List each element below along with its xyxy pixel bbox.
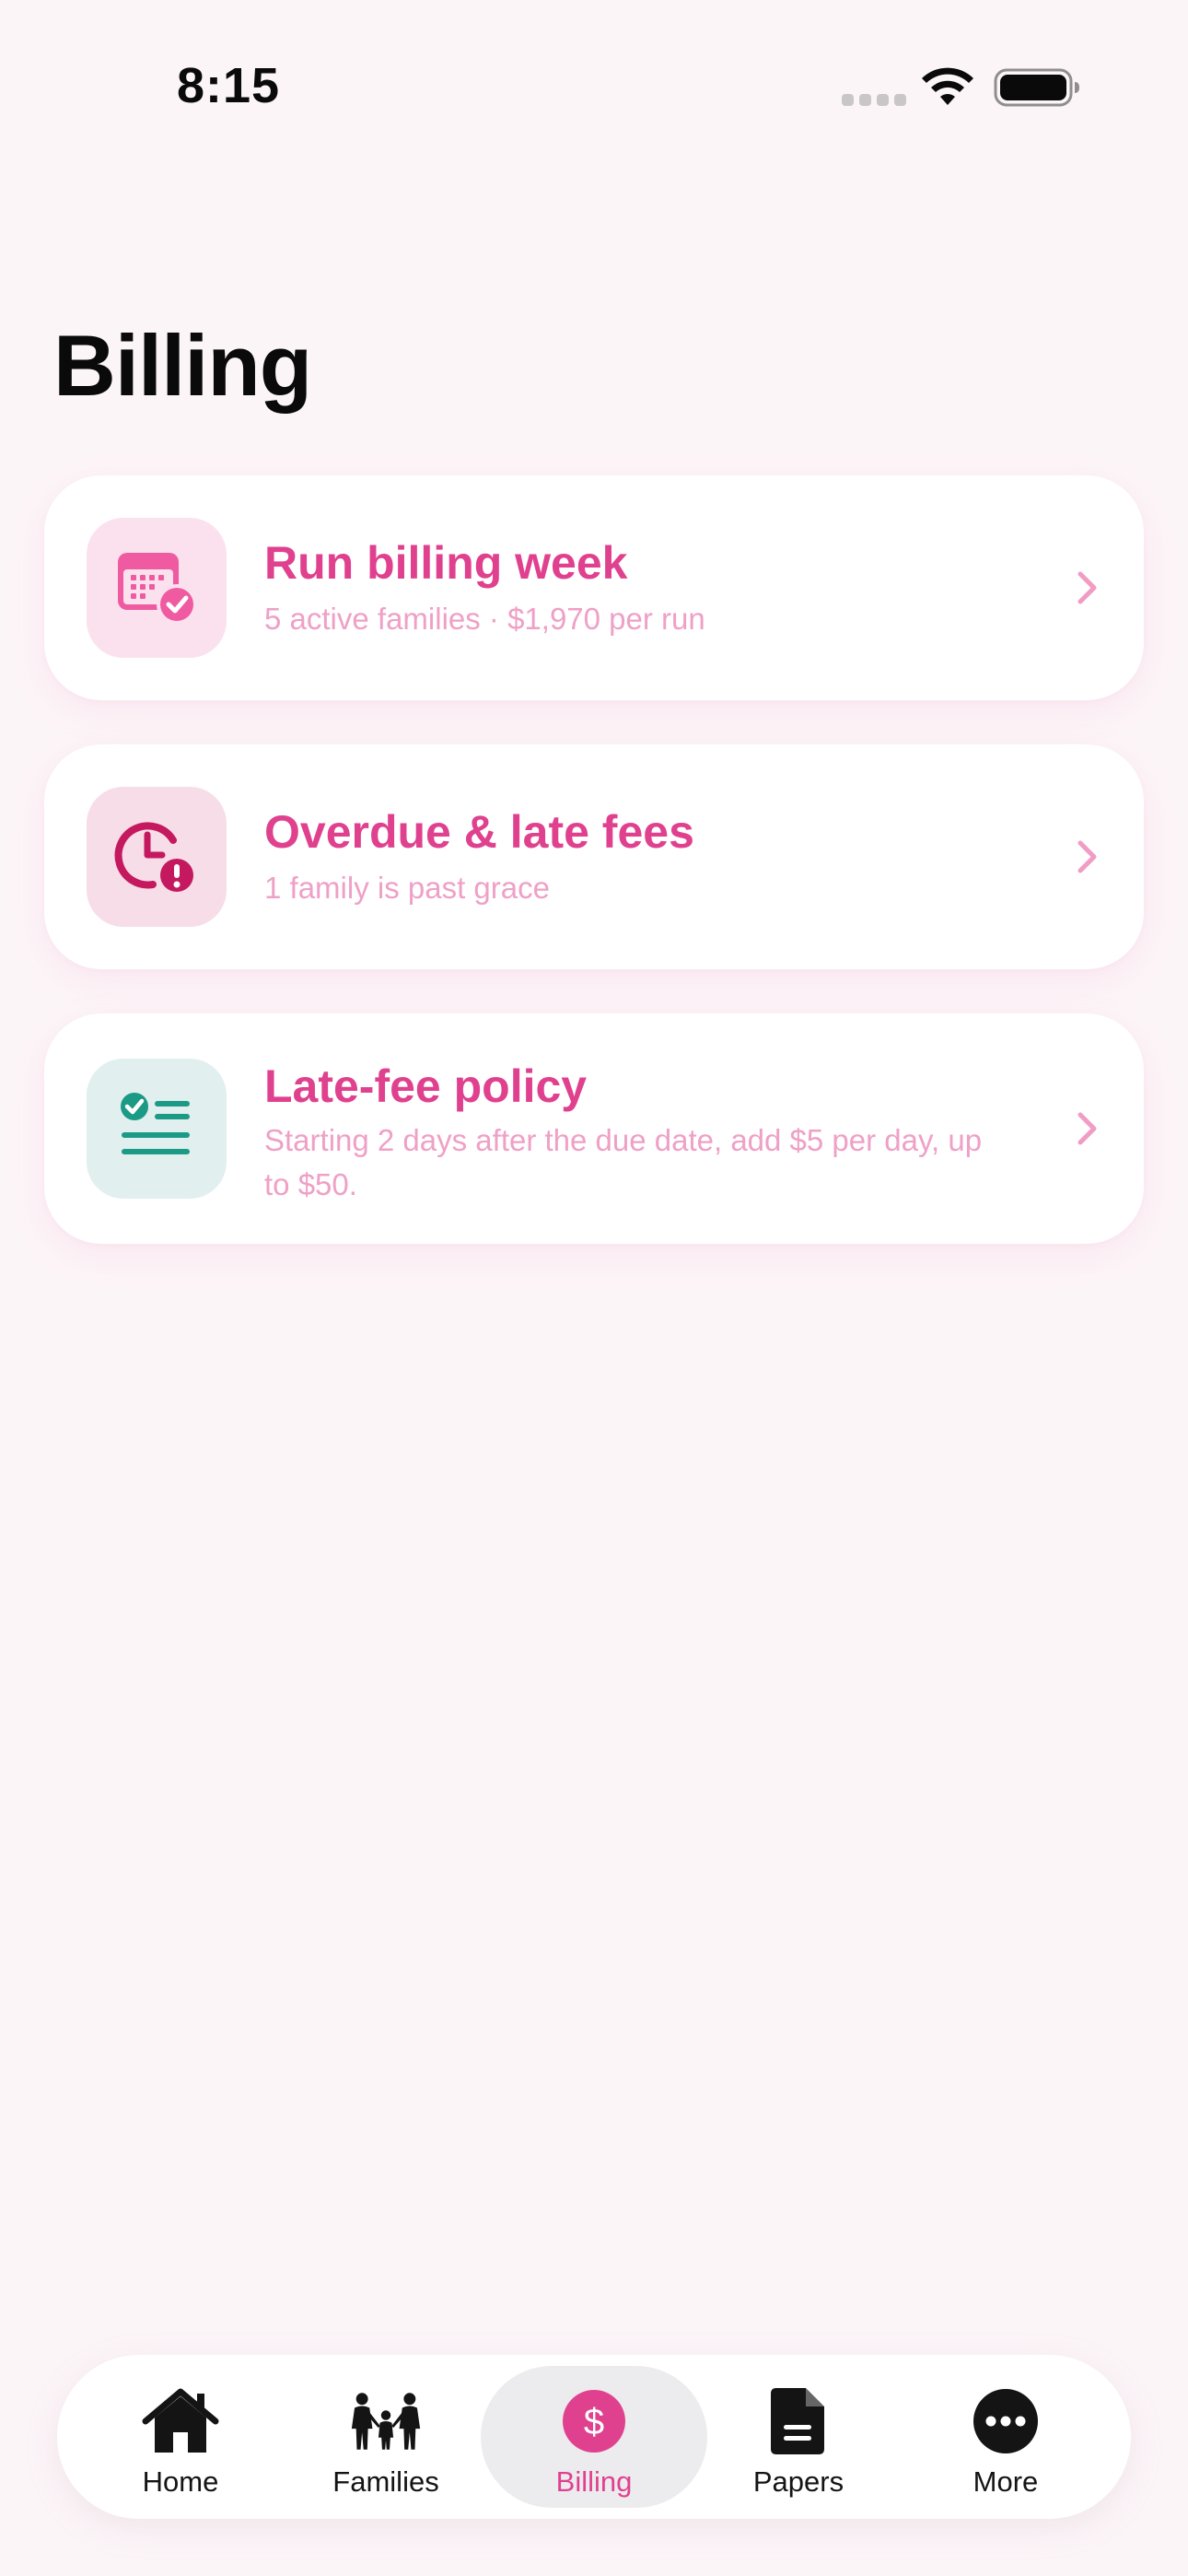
calendar-check-icon xyxy=(118,553,197,625)
run-billing-week-card[interactable]: Run billing week 5 active families · $1,… xyxy=(44,475,1144,700)
tab-label: Papers xyxy=(752,2465,844,2498)
card-title: Late-fee policy xyxy=(264,1060,588,1112)
status-time: 8:15 xyxy=(177,58,281,113)
card-title: Overdue & late fees xyxy=(264,806,694,858)
tab-papers[interactable]: Papers xyxy=(706,2355,891,2519)
svg-text:$: $ xyxy=(584,2402,604,2442)
tab-label: More xyxy=(973,2465,1039,2498)
wifi-icon xyxy=(922,67,973,105)
tab-bar: Home Families $ Billing Papers More xyxy=(57,2355,1131,2519)
card-subtitle: Starting 2 days after the due date, add … xyxy=(264,1123,983,1201)
chevron-right-icon xyxy=(1077,840,1097,873)
policy-list-icon xyxy=(121,1093,190,1154)
tab-label: Families xyxy=(332,2465,439,2498)
document-icon xyxy=(760,2384,837,2458)
card-subtitle: 5 active families · $1,970 per run xyxy=(264,602,705,636)
tab-home[interactable]: Home xyxy=(88,2355,273,2519)
family-icon xyxy=(347,2384,425,2458)
cellular-signal-icon xyxy=(842,94,906,106)
card-title: Run billing week xyxy=(264,537,628,589)
ellipsis-icon xyxy=(967,2384,1044,2458)
status-bar: 8:15 xyxy=(0,0,1188,175)
dollar-icon: $ xyxy=(555,2384,633,2458)
overdue-late-fees-card[interactable]: Overdue & late fees 1 family is past gra… xyxy=(44,744,1144,969)
tab-families[interactable]: Families xyxy=(294,2355,478,2519)
card-icon-tile xyxy=(87,518,227,658)
chevron-right-icon xyxy=(1077,1112,1097,1145)
late-fee-policy-card[interactable]: Late-fee policy Starting 2 days after th… xyxy=(44,1013,1144,1244)
card-subtitle: 1 family is past grace xyxy=(264,871,550,905)
battery-icon xyxy=(994,68,1079,107)
chevron-right-icon xyxy=(1077,571,1097,604)
page-title: Billing xyxy=(53,317,312,414)
tab-more[interactable]: More xyxy=(914,2355,1098,2519)
tab-label: Billing xyxy=(555,2465,633,2498)
card-icon-tile xyxy=(87,1059,227,1199)
tab-label: Home xyxy=(142,2465,219,2498)
clock-alert-icon xyxy=(114,822,197,896)
card-icon-tile xyxy=(87,787,227,927)
tab-billing[interactable]: $ Billing xyxy=(481,2366,707,2508)
home-icon xyxy=(142,2384,219,2458)
